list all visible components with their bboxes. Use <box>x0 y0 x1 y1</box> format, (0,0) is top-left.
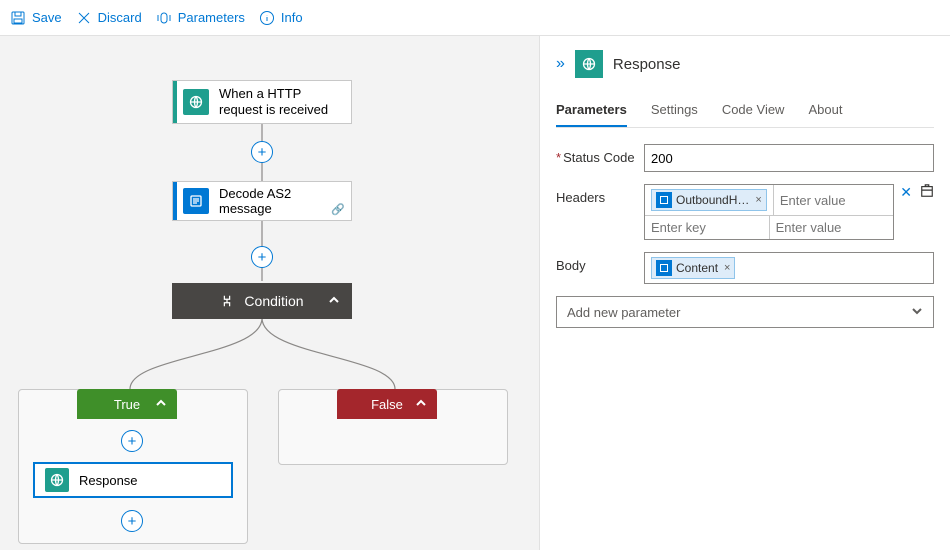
false-branch-header[interactable]: False <box>337 389 437 419</box>
tab-about[interactable]: About <box>808 94 842 127</box>
save-button[interactable]: Save <box>10 10 62 26</box>
tab-code-view[interactable]: Code View <box>722 94 785 127</box>
node-http-trigger[interactable]: When a HTTP request is received <box>172 80 352 124</box>
chevron-down-icon <box>911 305 923 320</box>
info-button[interactable]: Info <box>259 10 303 26</box>
discard-button[interactable]: Discard <box>76 10 142 26</box>
header-newkey-input[interactable] <box>651 220 763 235</box>
header-key-token[interactable]: OutboundH… × <box>651 189 767 211</box>
x-icon <box>76 10 92 26</box>
discard-label: Discard <box>98 10 142 25</box>
collapse-panel-button[interactable]: » <box>556 55 565 73</box>
edit-headers-icon[interactable] <box>920 184 934 201</box>
header-value-input[interactable] <box>780 193 887 208</box>
panel-tabs: Parameters Settings Code View About <box>556 94 934 128</box>
as2-icon <box>183 188 209 214</box>
save-label: Save <box>32 10 62 25</box>
headers-label: Headers <box>556 184 644 205</box>
true-branch-header[interactable]: True <box>77 389 177 419</box>
toolbar: Save Discard Parameters Info <box>0 0 950 36</box>
link-icon: 🔗 <box>331 203 345 216</box>
node-condition[interactable]: Condition <box>172 283 352 319</box>
add-step-true-top[interactable]: + <box>121 430 143 452</box>
parameters-icon <box>156 10 172 26</box>
node-decode-as2[interactable]: Decode AS2 message 🔗 <box>172 181 352 221</box>
header-value-cell[interactable] <box>773 185 893 215</box>
header-new-row <box>645 215 893 239</box>
designer-canvas[interactable]: When a HTTP request is received + Decode… <box>0 36 540 550</box>
info-icon <box>259 10 275 26</box>
tab-settings[interactable]: Settings <box>651 94 698 127</box>
header-key-cell[interactable]: OutboundH… × <box>645 185 773 215</box>
panel-title: Response <box>613 56 681 73</box>
parameters-button[interactable]: Parameters <box>156 10 245 26</box>
header-newvalue-input[interactable] <box>776 220 888 235</box>
http-icon <box>183 89 209 115</box>
http-trigger-label: When a HTTP request is received <box>219 86 341 119</box>
chevron-up-icon[interactable] <box>328 293 340 309</box>
info-label: Info <box>281 10 303 25</box>
true-branch-container: True + Response + <box>18 389 248 544</box>
body-token-text: Content <box>676 261 718 275</box>
response-icon <box>45 468 69 492</box>
chevron-up-icon[interactable] <box>155 397 167 412</box>
add-parameter-dropdown[interactable]: Add new parameter <box>556 296 934 328</box>
condition-icon <box>220 294 234 308</box>
response-icon <box>575 50 603 78</box>
headers-table: OutboundH… × <box>644 184 894 240</box>
clear-header-icon[interactable]: ✕ <box>900 184 912 201</box>
header-row: OutboundH… × <box>645 185 893 215</box>
response-label: Response <box>79 473 138 488</box>
false-branch-container: False <box>278 389 508 465</box>
add-step-button-2[interactable]: + <box>251 246 273 268</box>
header-key-token-text: OutboundH… <box>676 193 749 207</box>
remove-token-icon[interactable]: × <box>755 194 761 206</box>
status-code-input[interactable] <box>644 144 934 172</box>
true-label: True <box>114 397 140 412</box>
parameters-label: Parameters <box>178 10 245 25</box>
properties-panel: » Response Parameters Settings Code View… <box>540 36 950 550</box>
body-input[interactable]: Content × <box>644 252 934 284</box>
add-step-button-1[interactable]: + <box>251 141 273 163</box>
tab-parameters[interactable]: Parameters <box>556 94 627 127</box>
node-response[interactable]: Response <box>33 462 233 498</box>
chevron-up-icon[interactable] <box>415 397 427 412</box>
false-label: False <box>371 397 403 412</box>
body-label: Body <box>556 252 644 273</box>
condition-label: Condition <box>244 293 303 309</box>
add-parameter-label: Add new parameter <box>567 305 680 320</box>
body-token[interactable]: Content × <box>651 257 735 279</box>
add-step-true-bottom[interactable]: + <box>121 510 143 532</box>
status-code-label: Status Code <box>556 144 644 165</box>
remove-token-icon[interactable]: × <box>724 262 730 274</box>
decode-as2-label: Decode AS2 message <box>219 186 341 216</box>
save-icon <box>10 10 26 26</box>
